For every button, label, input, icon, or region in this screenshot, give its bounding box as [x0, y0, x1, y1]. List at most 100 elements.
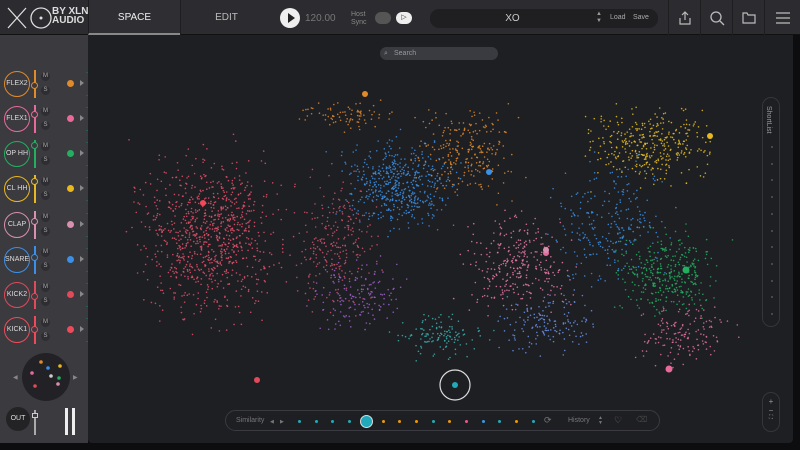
- shortlist-slot[interactable]: [771, 262, 773, 265]
- shortlist-slot[interactable]: [771, 196, 773, 199]
- track-play-arrow-icon[interactable]: [80, 115, 84, 121]
- similarity-sound-dot[interactable]: [481, 420, 485, 423]
- track-pad-button[interactable]: CLAP: [4, 212, 30, 238]
- shortlist-slot[interactable]: [771, 313, 773, 315]
- tab-edit[interactable]: EDIT: [180, 0, 272, 35]
- pad-right-arrow-icon[interactable]: ▶: [73, 374, 78, 381]
- track-play-arrow-icon[interactable]: [80, 185, 84, 191]
- sync-play-toggle[interactable]: ▷: [396, 12, 412, 24]
- solo-button[interactable]: S: [41, 121, 50, 130]
- preset-up-down-icon[interactable]: ▲ ▼: [596, 11, 602, 25]
- solo-button[interactable]: S: [41, 156, 50, 165]
- track-volume-knob[interactable]: [31, 293, 38, 300]
- similarity-selected-dot[interactable]: [359, 415, 373, 428]
- track-sound-marker[interactable]: [486, 169, 492, 175]
- shortlist-slot[interactable]: [771, 212, 773, 215]
- tempo-field[interactable]: 120.00: [305, 13, 336, 24]
- solo-button[interactable]: S: [41, 332, 50, 341]
- track-play-arrow-icon[interactable]: [80, 221, 84, 227]
- search-button[interactable]: [700, 0, 732, 35]
- mute-button[interactable]: M: [41, 318, 50, 327]
- shortlist-slot[interactable]: [771, 162, 773, 165]
- save-button[interactable]: Save: [633, 14, 649, 21]
- pad-left-arrow-icon[interactable]: ◀: [13, 374, 18, 381]
- shortlist-slot[interactable]: [771, 296, 773, 299]
- mute-button[interactable]: M: [41, 283, 50, 292]
- mute-button[interactable]: M: [41, 177, 50, 186]
- track-sound-marker[interactable]: [682, 266, 690, 274]
- tab-space[interactable]: SPACE: [88, 0, 180, 35]
- similarity-sound-dot[interactable]: [398, 420, 402, 423]
- shortlist-slot[interactable]: [771, 229, 773, 232]
- track-sound-marker[interactable]: [200, 200, 206, 206]
- similarity-prev-button[interactable]: ◀: [270, 419, 274, 425]
- track-volume-knob[interactable]: [31, 82, 38, 89]
- search-input[interactable]: ⌕ Search: [380, 47, 498, 60]
- track-volume-knob[interactable]: [31, 218, 38, 225]
- mute-button[interactable]: M: [41, 142, 50, 151]
- track-volume-slider[interactable]: [34, 211, 36, 239]
- track-pad-button[interactable]: SNARE: [4, 247, 30, 273]
- shortlist-panel[interactable]: ShortList: [762, 97, 780, 327]
- solo-button[interactable]: S: [41, 86, 50, 95]
- mute-button[interactable]: M: [41, 107, 50, 116]
- similarity-sound-dot[interactable]: [465, 420, 468, 423]
- track-sound-marker[interactable]: [254, 377, 260, 383]
- refresh-icon[interactable]: ⟳: [544, 415, 552, 426]
- xy-pad[interactable]: [22, 353, 70, 401]
- track-play-arrow-icon[interactable]: [80, 291, 84, 297]
- shortlist-slot[interactable]: [771, 246, 773, 249]
- similarity-sound-dot[interactable]: [414, 420, 418, 423]
- track-volume-knob[interactable]: [31, 178, 38, 185]
- mute-button[interactable]: M: [41, 248, 50, 257]
- track-volume-knob[interactable]: [31, 326, 38, 333]
- host-sync-toggle[interactable]: [375, 12, 391, 24]
- mute-button[interactable]: M: [41, 72, 50, 81]
- track-pad-button[interactable]: FLEX2: [4, 71, 30, 97]
- zoom-in-button[interactable]: +: [763, 397, 779, 406]
- export-button[interactable]: [668, 0, 700, 35]
- heart-icon[interactable]: ♡: [614, 415, 622, 426]
- sample-scatter-map[interactable]: [88, 35, 793, 443]
- similarity-sound-dot[interactable]: [314, 420, 318, 423]
- track-sound-marker[interactable]: [707, 133, 713, 139]
- history-up-down-icon[interactable]: ▲ ▼: [598, 416, 603, 426]
- solo-button[interactable]: S: [41, 227, 50, 236]
- track-pad-button[interactable]: KICK2: [4, 282, 30, 308]
- track-pad-button[interactable]: OP HH: [4, 141, 30, 167]
- track-sound-marker[interactable]: [362, 91, 368, 97]
- track-pad-button[interactable]: FLEX1: [4, 106, 30, 132]
- track-pad-button[interactable]: CL HH: [4, 176, 30, 202]
- similarity-sound-dot[interactable]: [531, 420, 535, 423]
- history-label[interactable]: History: [568, 417, 590, 424]
- similarity-sound-dot[interactable]: [298, 420, 301, 423]
- solo-button[interactable]: S: [41, 191, 50, 200]
- track-play-arrow-icon[interactable]: [80, 80, 84, 86]
- track-volume-knob[interactable]: [31, 254, 38, 261]
- zoom-out-button[interactable]: −: [763, 406, 779, 415]
- clear-icon[interactable]: ⌫: [636, 415, 647, 424]
- similarity-sound-dot[interactable]: [348, 420, 352, 423]
- output-volume-knob[interactable]: [32, 413, 38, 418]
- track-volume-knob[interactable]: [31, 111, 38, 118]
- menu-button[interactable]: [764, 0, 800, 35]
- similarity-sound-dot[interactable]: [498, 420, 502, 423]
- similarity-next-button[interactable]: ▶: [280, 419, 284, 425]
- similarity-sound-dot[interactable]: [381, 420, 385, 423]
- track-sound-marker[interactable]: [543, 247, 549, 253]
- sample-space-view[interactable]: ⌕ Search Similarity ◀ ▶ ⟳ History ▲ ▼ ♡ ⌫ …: [88, 35, 793, 443]
- track-volume-slider[interactable]: [34, 105, 36, 133]
- mute-button[interactable]: M: [41, 213, 50, 222]
- track-volume-knob[interactable]: [31, 142, 38, 149]
- solo-button[interactable]: S: [41, 262, 50, 271]
- similarity-sound-dot[interactable]: [431, 420, 435, 423]
- folder-button[interactable]: [732, 0, 764, 35]
- similarity-sound-dot[interactable]: [448, 420, 452, 423]
- shortlist-slot[interactable]: [771, 179, 773, 182]
- preset-selector[interactable]: XO ▲ ▼ Load Save: [430, 9, 658, 28]
- shortlist-slot[interactable]: [771, 279, 773, 282]
- shortlist-slot[interactable]: [771, 146, 773, 148]
- load-button[interactable]: Load: [610, 14, 626, 21]
- track-play-arrow-icon[interactable]: [80, 326, 84, 332]
- fit-view-button[interactable]: ⛶: [763, 415, 779, 422]
